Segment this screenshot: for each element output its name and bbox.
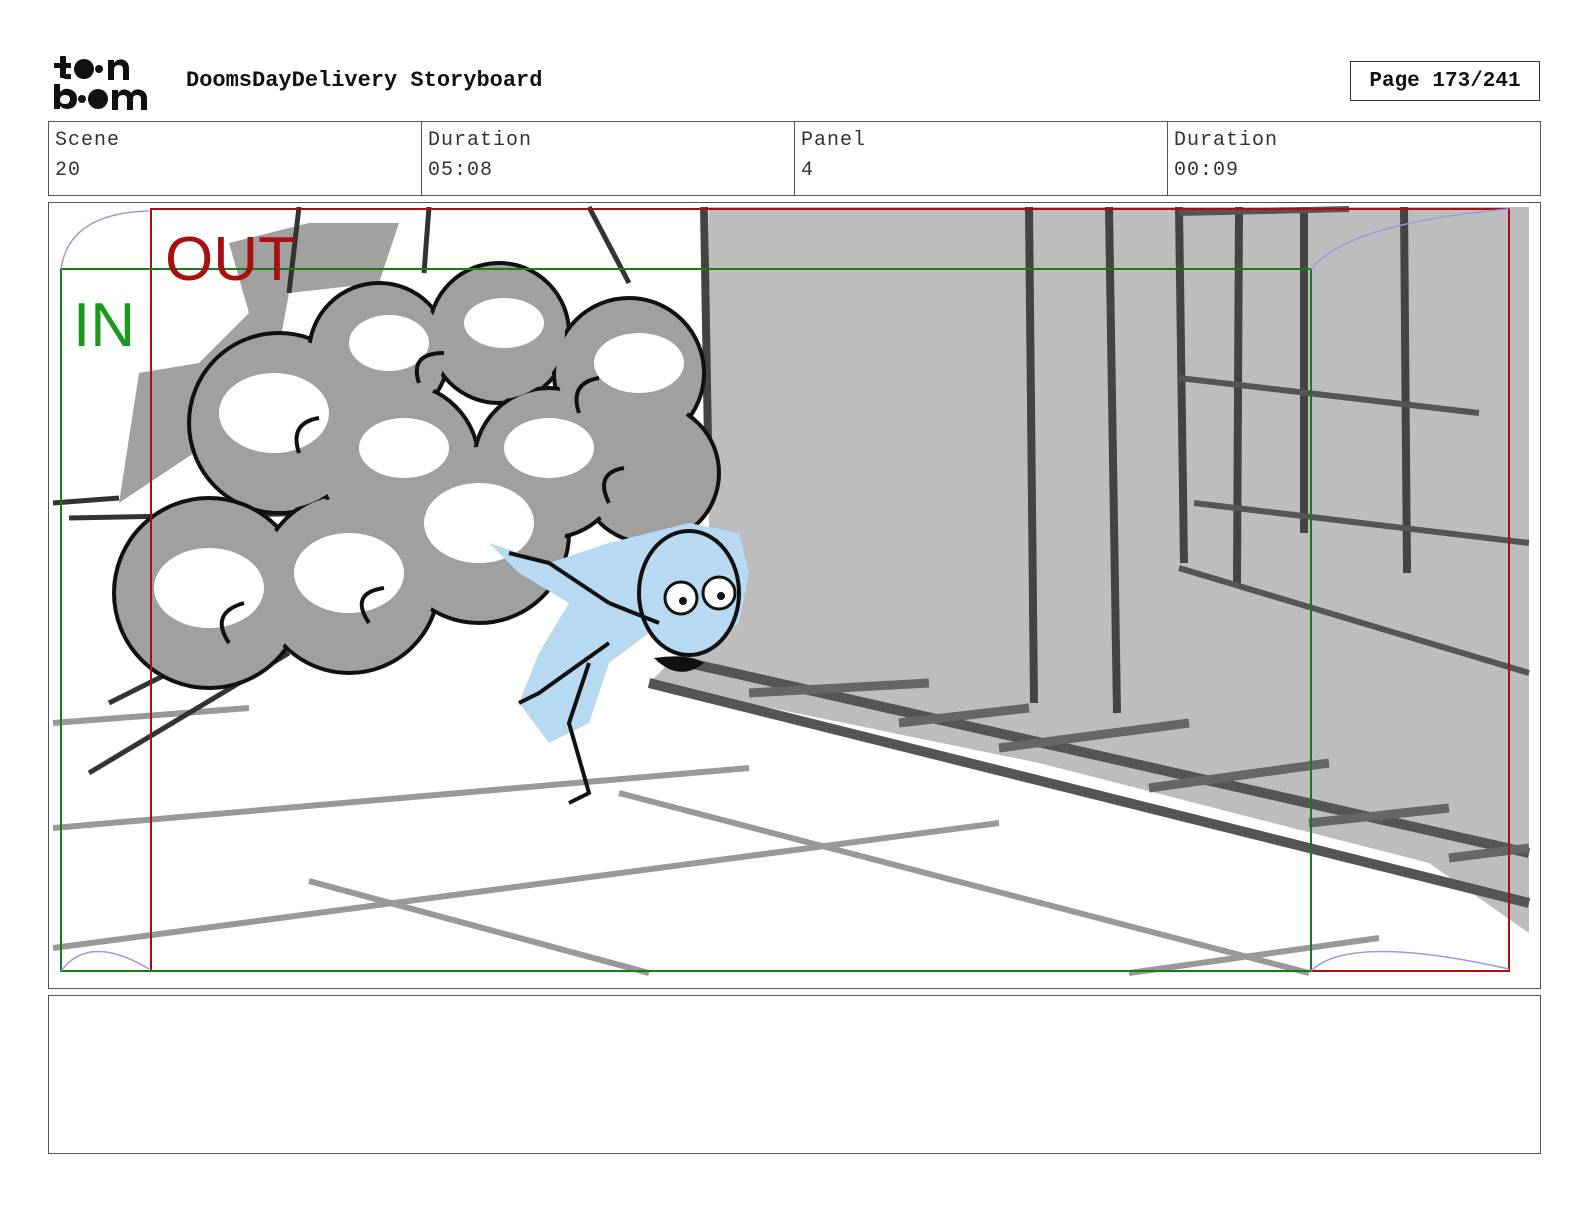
toon-boom-logo (52, 52, 164, 112)
in-label: IN (73, 291, 135, 360)
panel-label: Panel (801, 129, 867, 152)
scene-duration-value: 05:08 (428, 159, 494, 182)
scene-duration-cell: Duration 05:08 (422, 122, 795, 195)
panel-value: 4 (801, 159, 815, 182)
panel-notes[interactable] (48, 995, 1541, 1154)
scene-cell: Scene 20 (49, 122, 422, 195)
scene-value: 20 (55, 159, 82, 182)
panel-cell: Panel 4 (795, 122, 1168, 195)
panel-duration-value: 00:09 (1174, 159, 1240, 182)
panel-duration-cell: Duration 00:09 (1168, 122, 1540, 195)
panel-duration-label: Duration (1174, 129, 1279, 152)
scene-duration-label: Duration (428, 129, 533, 152)
storyboard-panel-image: OUT IN (48, 202, 1541, 989)
panel-info-row: Scene 20 Duration 05:08 Panel 4 Duration… (48, 121, 1541, 196)
out-label: OUT (165, 225, 296, 294)
storyboard-title: DoomsDayDelivery Storyboard (186, 68, 543, 93)
page-indicator: Page 173/241 (1350, 61, 1540, 101)
scene-label: Scene (55, 129, 121, 152)
